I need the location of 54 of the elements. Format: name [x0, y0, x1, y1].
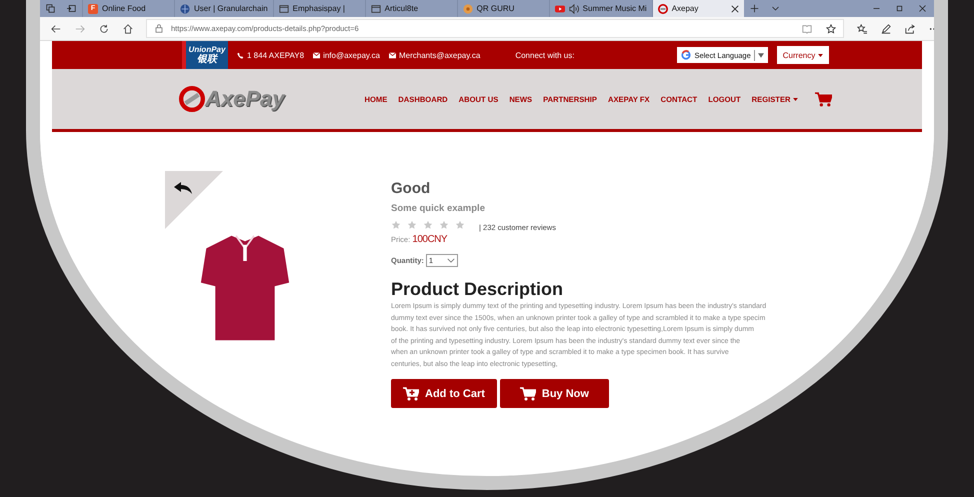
cart-icon — [520, 386, 536, 400]
caret-icon — [758, 52, 764, 58]
browser-tab[interactable]: Axepay — [652, 0, 744, 17]
caret-icon — [792, 98, 798, 100]
maximize-icon[interactable] — [895, 4, 904, 13]
tab-actions-icon[interactable] — [46, 4, 55, 13]
chevron-down-icon[interactable] — [770, 4, 780, 13]
back-arrow-icon[interactable] — [173, 181, 193, 195]
envelope-icon — [388, 52, 396, 58]
envelope-icon — [313, 52, 320, 58]
page-icon — [370, 4, 381, 14]
share-icon[interactable] — [905, 24, 915, 34]
email-link[interactable]: info@axepay.ca — [323, 50, 380, 60]
home-icon[interactable] — [123, 24, 133, 34]
description-heading: Product Description — [391, 279, 564, 300]
phone-icon — [237, 52, 244, 58]
tab-title: Emphasispay | — [292, 4, 345, 13]
tab-title: QR GURU — [476, 4, 514, 13]
reading-view-icon[interactable] — [802, 24, 812, 34]
add-to-cart-button[interactable]: Add to Cart — [391, 379, 497, 408]
close-icon[interactable] — [918, 4, 927, 13]
connect-label: Connect with us: — [515, 50, 574, 60]
currency-dropdown[interactable]: Currency — [776, 46, 830, 64]
refresh-icon[interactable] — [99, 24, 109, 34]
buy-now-button[interactable]: Buy Now — [500, 379, 609, 408]
tab-title: Online Food — [102, 4, 146, 13]
cart-icon[interactable] — [814, 92, 832, 106]
play-icon — [554, 4, 565, 14]
page-icon — [278, 4, 289, 14]
swirl-icon — [658, 4, 668, 14]
tab-title: Summer Music Mi — [582, 4, 647, 13]
tab-title: Articul8te — [384, 4, 418, 13]
tab-title: Axepay — [672, 4, 698, 13]
star-icon[interactable] — [826, 24, 836, 34]
favorites-icon[interactable] — [857, 24, 867, 34]
back-icon[interactable] — [51, 24, 61, 34]
caret-icon — [818, 54, 824, 56]
cart-plus-icon — [403, 386, 419, 400]
unionpay-logo: UnionPay 银联 — [182, 41, 228, 69]
new-tab-icon[interactable] — [750, 4, 759, 13]
phone-number: 1 844 AXEPAY8 — [247, 50, 304, 60]
tab-title: User | Granularchain — [194, 4, 268, 13]
product-title: Good — [391, 180, 432, 197]
lock-icon — [155, 24, 163, 33]
close-icon[interactable] — [730, 4, 739, 12]
globe-icon — [180, 4, 190, 14]
email-link[interactable]: Merchants@axepay.ca — [398, 50, 480, 60]
g-logo-icon — [681, 50, 692, 60]
price-value: 100CNY — [412, 234, 448, 245]
speaker-icon[interactable] — [568, 4, 579, 14]
tab-aside-icon[interactable] — [67, 4, 76, 13]
pen-icon[interactable] — [881, 24, 891, 34]
chevron-down-icon — [446, 258, 455, 263]
product-subtitle: Some quick example — [391, 203, 486, 214]
